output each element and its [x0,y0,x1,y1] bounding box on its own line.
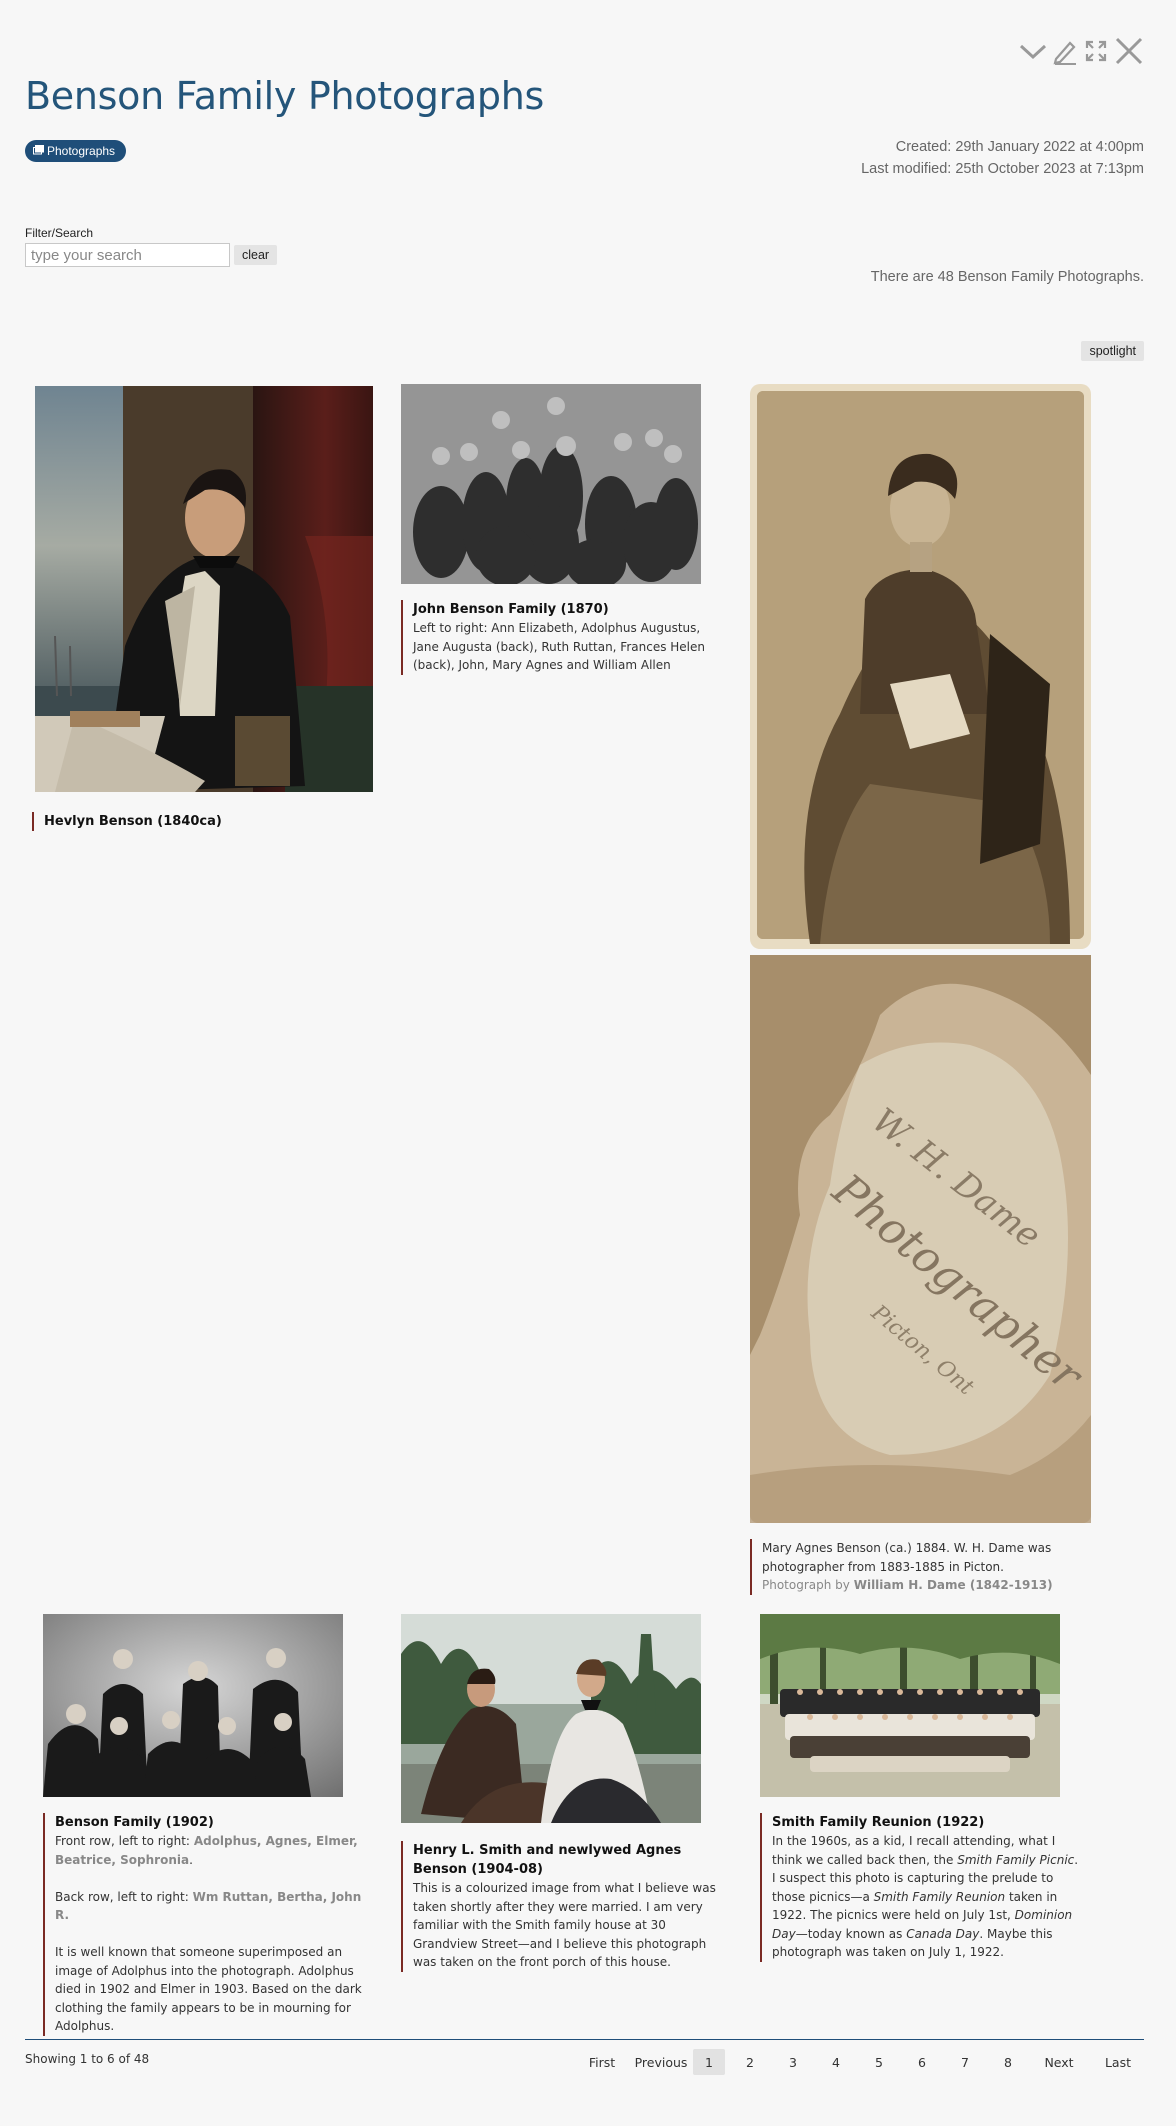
photo-smith-family-reunion[interactable] [760,1614,1060,1797]
page-6[interactable]: 6 [906,2049,938,2075]
collapse-button[interactable] [1018,34,1048,68]
credit-prefix: Photograph by [762,1578,850,1592]
back-row-label: Back row, left to right: [55,1889,189,1904]
page-1[interactable]: 1 [693,2049,725,2075]
category-tag-label: Photographs [47,144,116,158]
photo-john-benson-family[interactable] [401,384,701,584]
caption-henry-and-agnes: Henry L. Smith and newlywed Agnes Benson… [401,1841,726,1972]
edit-button[interactable] [1050,34,1080,68]
photo-description: Left to right: Ann Elizabeth, Adolphus A… [413,621,705,672]
photo-description: Mary Agnes Benson (ca.) 1884. W. H. Dame… [762,1541,1052,1574]
page-last[interactable]: Last [1098,2049,1138,2075]
page-first[interactable]: First [583,2049,621,2075]
caption-benson-family-1902: Benson Family (1902) Front row, left to … [43,1813,365,2036]
showing-info: Showing 1 to 6 of 48 [25,2052,150,2066]
footer-divider [25,2039,1144,2040]
page-2[interactable]: 2 [734,2049,766,2075]
desc-part: —today known as [795,1926,903,1941]
caption-smith-family-reunion: Smith Family Reunion (1922) In the 1960s… [760,1813,1085,1962]
page-7[interactable]: 7 [949,2049,981,2075]
close-button[interactable] [1112,34,1146,68]
expand-button[interactable] [1083,34,1109,68]
page-previous[interactable]: Previous [632,2049,690,2075]
photo-henry-and-agnes[interactable] [401,1614,701,1823]
photo-hevlyn-benson[interactable] [35,386,373,792]
photo-title[interactable]: Smith Family Reunion (1922) [772,1813,1085,1832]
photos-icon [33,144,44,158]
desc-emphasis: Smith Family Reunion [873,1889,1006,1904]
spotlight-button[interactable]: spotlight [1081,341,1144,361]
photo-note: It is well known that someone superimpos… [55,1945,362,2033]
filter-label: Filter/Search [25,226,94,240]
page-next[interactable]: Next [1039,2049,1079,2075]
pencil-icon [1052,37,1078,65]
chevron-down-icon [1019,41,1047,61]
page-meta: Created: 29th January 2022 at 4:00pm Las… [861,136,1144,180]
modified-date: Last modified: 25th October 2023 at 7:13… [861,161,1144,177]
front-row-label: Front row, left to right: [55,1834,190,1848]
photographer-name[interactable]: William H. Dame (1842-1913) [854,1578,1053,1592]
page-title: Benson Family Photographs [25,74,545,118]
photo-title[interactable]: Henry L. Smith and newlywed Agnes Benson… [413,1841,726,1879]
caption-hevlyn-benson: Hevlyn Benson (1840ca) [32,812,352,831]
photo-count: There are 48 Benson Family Photographs. [870,269,1144,285]
photo-mary-agnes-front[interactable] [750,384,1091,949]
photo-title[interactable]: Benson Family (1902) [55,1813,365,1832]
close-icon [1114,36,1144,66]
expand-icon [1085,40,1107,62]
category-tag[interactable]: Photographs [25,140,127,162]
desc-emphasis: Smith Family Picnic [957,1852,1075,1867]
search-input[interactable] [25,243,230,267]
caption-mary-agnes: Mary Agnes Benson (ca.) 1884. W. H. Dame… [750,1539,1080,1595]
created-date: Created: 29th January 2022 at 4:00pm [895,139,1144,155]
caption-john-benson-family: John Benson Family (1870) Left to right:… [401,600,716,675]
photo-title[interactable]: John Benson Family (1870) [413,600,716,619]
clear-button[interactable]: clear [234,245,278,265]
photo-title[interactable]: Hevlyn Benson (1840ca) [44,812,352,831]
page-5[interactable]: 5 [863,2049,895,2075]
photo-benson-family-1902[interactable] [43,1614,343,1797]
photo-mary-agnes-back[interactable]: W. H. Dame Photographer Picton, Ont [750,955,1091,1523]
desc-emphasis: Canada Day [906,1926,980,1941]
page-8[interactable]: 8 [992,2049,1024,2075]
page-4[interactable]: 4 [820,2049,852,2075]
photo-credit: Photograph by William H. Dame (1842-1913… [762,1578,1053,1592]
photo-description: This is a colourized image from what I b… [413,1881,716,1969]
page-3[interactable]: 3 [777,2049,809,2075]
